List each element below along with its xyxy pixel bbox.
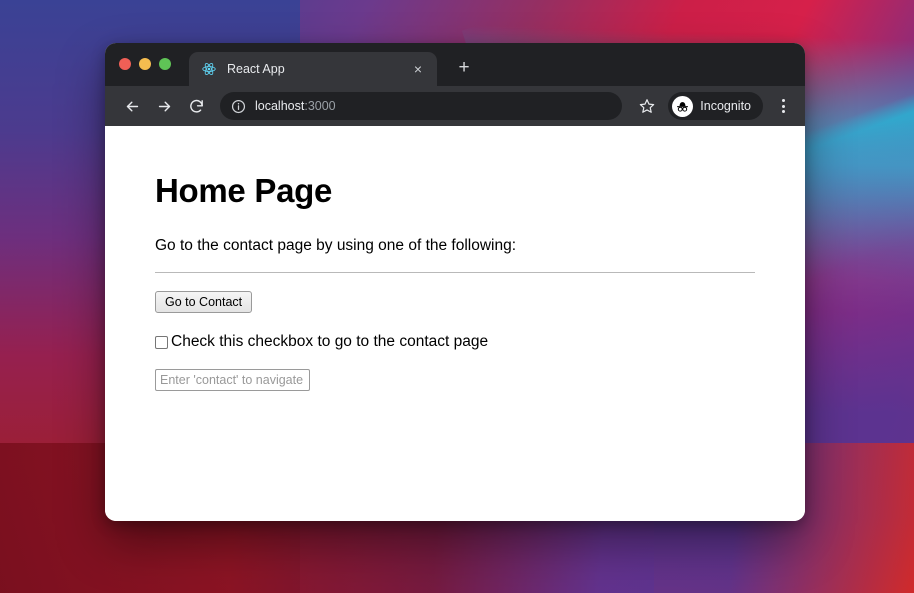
menu-dot <box>781 99 785 102</box>
page-description: Go to the contact page by using one of t… <box>155 237 517 254</box>
incognito-label: Incognito <box>700 99 751 113</box>
three-dot-menu-icon[interactable] <box>770 93 796 119</box>
url-host: localhost <box>255 99 305 113</box>
contact-checkbox-label: Check this checkbox to go to the contact… <box>171 333 489 350</box>
url-text: localhost:3000 <box>255 99 336 113</box>
arrow-left-icon[interactable] <box>118 92 146 120</box>
tab-react-app[interactable]: React App × <box>189 52 437 86</box>
page-title: Home Page <box>155 172 333 209</box>
star-icon[interactable] <box>634 93 660 119</box>
menu-dot <box>781 110 785 113</box>
tab-title: React App <box>227 62 285 76</box>
reload-icon[interactable] <box>182 92 210 120</box>
traffic-lights <box>119 43 171 86</box>
contact-checkbox[interactable] <box>155 335 168 349</box>
browser-window: React App × + localhost:3000 Incognito H… <box>105 43 805 521</box>
page-viewport: Home Page Go to the contact page by usin… <box>105 126 805 521</box>
menu-dot <box>781 104 785 108</box>
window-close-button[interactable] <box>119 57 131 70</box>
go-to-contact-button[interactable]: Go to Contact <box>155 291 253 313</box>
divider <box>155 272 755 273</box>
incognito-hat-glasses-icon <box>672 95 694 117</box>
window-minimize-button[interactable] <box>139 57 151 70</box>
url-port: :3000 <box>304 99 336 113</box>
arrow-right-icon[interactable] <box>150 92 178 120</box>
info-circle-icon[interactable] <box>231 99 246 114</box>
new-tab-button[interactable]: + <box>451 54 477 80</box>
contact-checkbox-row[interactable]: Check this checkbox to go to the contact… <box>155 333 805 351</box>
address-bar[interactable]: localhost:3000 <box>220 92 623 120</box>
contact-navigate-input[interactable] <box>155 369 310 391</box>
close-icon[interactable]: × <box>409 60 427 78</box>
incognito-indicator[interactable]: Incognito <box>668 92 763 120</box>
tab-strip: React App × + <box>105 43 805 86</box>
window-maximize-button[interactable] <box>159 57 171 70</box>
browser-toolbar: localhost:3000 Incognito <box>105 86 805 126</box>
react-logo-icon <box>201 61 217 77</box>
